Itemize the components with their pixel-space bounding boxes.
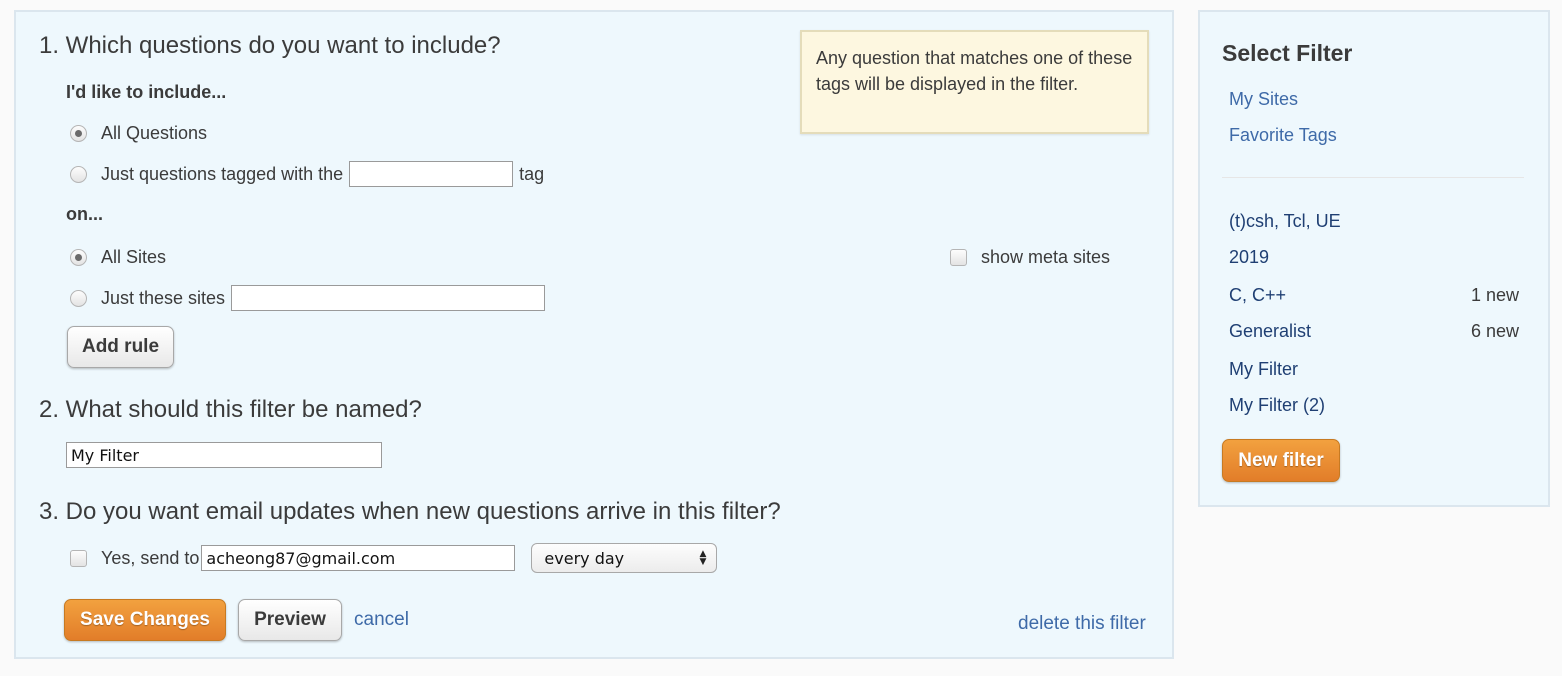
preview-button[interactable]: Preview — [238, 599, 342, 641]
new-count-badge: 6 new — [1470, 321, 1519, 341]
new-count-badge: 1 new — [1470, 285, 1519, 305]
send-email-checkbox[interactable] — [70, 549, 87, 567]
delete-filter-link[interactable]: delete this filter — [1018, 613, 1146, 635]
radio-tagged-row[interactable]: Just questions tagged with the tag — [70, 161, 544, 187]
radio-just-these-sites[interactable] — [70, 289, 87, 307]
email-updates-row: Yes, send to every day ▲▼ — [70, 543, 718, 573]
radio-all-sites-row[interactable]: All Sites — [70, 247, 166, 268]
frequency-value: every day — [544, 548, 625, 568]
filter-editor-panel: 1. Which questions do you want to includ… — [14, 10, 1174, 659]
show-meta-sites-checkbox[interactable] — [950, 249, 967, 266]
filter-item[interactable]: 2019 — [1229, 247, 1519, 268]
new-filter-button[interactable]: New filter — [1222, 439, 1340, 482]
tag-suffix-label: tag — [519, 163, 545, 184]
sidebar-divider — [1222, 177, 1524, 178]
filter-item[interactable]: (t)csh, Tcl, UE — [1229, 211, 1519, 232]
radio-just-sites-label: Just these sites — [101, 287, 226, 308]
show-meta-sites-label: show meta sites — [981, 247, 1111, 267]
radio-all-questions[interactable] — [70, 125, 87, 142]
question-2-heading: 2. What should this filter be named? — [39, 396, 422, 423]
cancel-link[interactable]: cancel — [354, 609, 409, 631]
tag-input[interactable] — [349, 161, 514, 187]
sites-input[interactable] — [231, 285, 546, 311]
sidebar-title: Select Filter — [1222, 40, 1353, 66]
radio-all-sites[interactable] — [70, 249, 87, 266]
send-to-label: Yes, send to — [101, 547, 200, 568]
sidebar-link-favorite-tags[interactable]: Favorite Tags — [1229, 125, 1337, 146]
filter-item[interactable]: Generalist 6 new — [1229, 321, 1519, 342]
radio-all-sites-label: All Sites — [101, 247, 167, 267]
select-filter-sidebar: Select Filter My Sites Favorite Tags (t)… — [1198, 10, 1550, 507]
filter-item[interactable]: My Filter (2) — [1229, 395, 1519, 416]
show-meta-sites-row[interactable]: show meta sites — [950, 247, 1110, 268]
radio-tagged-label: Just questions tagged with the — [101, 163, 344, 184]
radio-all-questions-label: All Questions — [101, 123, 208, 143]
radio-tagged-questions[interactable] — [70, 165, 87, 183]
save-changes-button[interactable]: Save Changes — [64, 599, 226, 641]
question-1-heading: 1. Which questions do you want to includ… — [39, 32, 501, 59]
filter-item[interactable]: C, C++ 1 new — [1229, 285, 1519, 306]
email-input[interactable] — [201, 545, 516, 571]
radio-just-sites-row[interactable]: Just these sites — [70, 285, 546, 311]
filter-name-input[interactable] — [66, 442, 382, 468]
on-label: on... — [66, 204, 103, 224]
question-3-heading: 3. Do you want email updates when new qu… — [39, 498, 781, 525]
sidebar-link-my-sites[interactable]: My Sites — [1229, 89, 1298, 110]
include-label: I'd like to include... — [66, 82, 227, 102]
radio-all-questions-row[interactable]: All Questions — [70, 123, 207, 144]
tag-help-note: Any question that matches one of these t… — [800, 30, 1149, 134]
frequency-select[interactable]: every day ▲ ▼ — [531, 543, 718, 573]
add-rule-button[interactable]: Add rule — [67, 326, 174, 368]
select-arrows-icon: ▲ ▼ — [699, 549, 707, 567]
filter-item[interactable]: My Filter — [1229, 359, 1519, 380]
